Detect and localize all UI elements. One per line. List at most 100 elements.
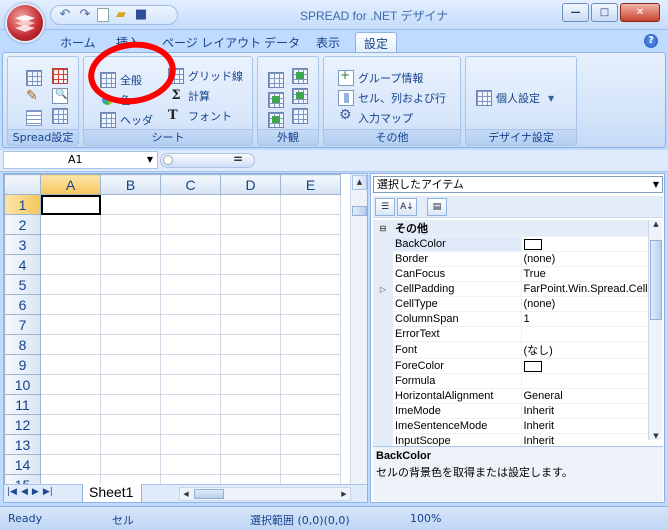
row-header[interactable]: 6 xyxy=(4,294,41,315)
scroll-thumb[interactable] xyxy=(352,206,367,216)
sheet-cell[interactable] xyxy=(280,374,341,395)
selected-item-combo[interactable]: 選択したアイテム ▼ xyxy=(373,176,663,193)
sheet-cell[interactable] xyxy=(220,274,281,295)
tab-settings[interactable]: 設定 xyxy=(355,32,398,52)
sheet-gridlines-button[interactable]: グリッド線 xyxy=(168,67,243,85)
row-header[interactable]: 1 xyxy=(4,194,41,215)
sheet-cell[interactable] xyxy=(280,294,341,315)
open-folder-icon[interactable]: ▰ xyxy=(113,7,129,23)
property-value[interactable]: General xyxy=(521,388,649,404)
sheet-cell[interactable] xyxy=(40,214,101,235)
sheet-cell[interactable] xyxy=(220,254,281,275)
row-header[interactable]: 11 xyxy=(4,394,41,415)
sheet-cell[interactable] xyxy=(280,334,341,355)
sheet-cell[interactable] xyxy=(40,254,101,275)
sheet-cell[interactable] xyxy=(40,314,101,335)
property-value[interactable] xyxy=(521,373,649,389)
property-value[interactable] xyxy=(521,358,649,374)
sheet-cell[interactable] xyxy=(220,374,281,395)
row-header[interactable]: 14 xyxy=(4,454,41,475)
input-map-button[interactable]: 入力マップ xyxy=(338,107,413,127)
scroll-right-icon[interactable]: ▶ xyxy=(338,488,350,500)
select-all-corner[interactable] xyxy=(4,174,41,195)
sheet-cell[interactable] xyxy=(100,234,161,255)
sheet-cell[interactable] xyxy=(160,214,221,235)
property-row[interactable]: ▷ CellPadding FarPoint.Win.Spread.CellPa xyxy=(373,281,649,297)
sheet-cell[interactable] xyxy=(100,194,161,215)
last-sheet-icon[interactable]: ▶| xyxy=(43,487,53,497)
property-scroll-thumb[interactable] xyxy=(650,240,662,320)
sheet-cell[interactable] xyxy=(160,434,221,455)
spread-scroll-button[interactable] xyxy=(26,109,42,127)
sheet-cell[interactable] xyxy=(40,454,101,475)
sheet-cell[interactable] xyxy=(40,434,101,455)
property-vertical-scrollbar[interactable]: ▲ ▼ xyxy=(648,220,662,440)
sheet-cell[interactable] xyxy=(40,414,101,435)
sheet-cell[interactable] xyxy=(280,454,341,475)
first-sheet-icon[interactable]: |◀ xyxy=(7,487,17,497)
sheet-cell[interactable] xyxy=(280,394,341,415)
sheet-cell[interactable] xyxy=(160,294,221,315)
expand-icon[interactable]: ▷ xyxy=(373,281,393,297)
sheet-cell[interactable] xyxy=(100,354,161,375)
property-value[interactable] xyxy=(521,236,649,252)
new-file-icon[interactable] xyxy=(97,8,109,22)
sheet-cell[interactable] xyxy=(100,434,161,455)
appearance-style-button[interactable] xyxy=(268,71,284,89)
sheet-cell[interactable] xyxy=(100,274,161,295)
tab-data[interactable]: データ xyxy=(256,32,308,52)
sheet-cell[interactable] xyxy=(100,314,161,335)
property-pages-icon[interactable]: ▤ xyxy=(427,198,447,216)
sheet-cell[interactable] xyxy=(160,454,221,475)
sheet-cell[interactable] xyxy=(220,334,281,355)
sheet-cell[interactable] xyxy=(100,394,161,415)
row-header[interactable]: 12 xyxy=(4,414,41,435)
group-info-button[interactable]: グループ情報 xyxy=(338,68,423,87)
property-value[interactable]: (none) xyxy=(521,296,649,312)
sheet-cell[interactable] xyxy=(40,354,101,375)
sheet-cell[interactable] xyxy=(100,294,161,315)
alphabetical-sort-icon[interactable]: A↓ xyxy=(397,198,417,216)
sheet-cell[interactable] xyxy=(280,434,341,455)
sheet-cell[interactable] xyxy=(160,354,221,375)
help-icon[interactable]: ? xyxy=(644,34,658,48)
scroll-left-icon[interactable]: ◀ xyxy=(180,488,192,500)
sheet-cell[interactable] xyxy=(160,414,221,435)
tab-page-layout[interactable]: ページ レイアウト xyxy=(154,32,269,52)
scroll-up-icon[interactable]: ▲ xyxy=(649,220,663,228)
sheet-calc-button[interactable]: Σ 計算 xyxy=(168,87,210,105)
tab-view[interactable]: 表示 xyxy=(308,32,348,52)
sheet-cell[interactable] xyxy=(280,274,341,295)
sheet-cell[interactable] xyxy=(160,334,221,355)
sheet-cell[interactable] xyxy=(280,194,341,215)
sheet-cell[interactable] xyxy=(160,274,221,295)
active-cell[interactable] xyxy=(40,194,101,215)
column-header-a[interactable]: A xyxy=(40,174,101,195)
sheet-cell[interactable] xyxy=(220,354,281,375)
sheet-cell[interactable] xyxy=(280,314,341,335)
sheet-font-button[interactable]: T フォント xyxy=(168,107,232,125)
sheet-cell[interactable] xyxy=(100,454,161,475)
sheet-cell[interactable] xyxy=(40,334,101,355)
sheet-cell[interactable] xyxy=(220,234,281,255)
sheet-cell[interactable] xyxy=(100,254,161,275)
property-row[interactable]: ErrorText xyxy=(373,326,649,342)
sheet-cell[interactable] xyxy=(100,374,161,395)
cell-col-row-button[interactable]: セル、列および行 xyxy=(338,89,446,107)
name-box[interactable]: A1 ▼ xyxy=(3,151,158,169)
application-orb-button[interactable] xyxy=(5,3,45,43)
property-value[interactable]: FarPoint.Win.Spread.CellPa xyxy=(521,281,649,297)
row-header[interactable]: 4 xyxy=(4,254,41,275)
row-header[interactable]: 13 xyxy=(4,434,41,455)
row-header[interactable]: 7 xyxy=(4,314,41,335)
sheet-horizontal-scrollbar[interactable]: ◀ ▶ xyxy=(179,487,351,501)
property-value[interactable]: (none) xyxy=(521,251,649,267)
maximize-button[interactable]: □ xyxy=(591,3,618,22)
sheet-cell[interactable] xyxy=(220,454,281,475)
sheet-cell[interactable] xyxy=(160,394,221,415)
sheet-cell[interactable] xyxy=(220,214,281,235)
property-category-row[interactable]: ⊟ その他 xyxy=(373,220,649,237)
property-value[interactable] xyxy=(521,326,649,342)
row-header[interactable]: 2 xyxy=(4,214,41,235)
appearance-rows-button[interactable] xyxy=(268,111,284,129)
